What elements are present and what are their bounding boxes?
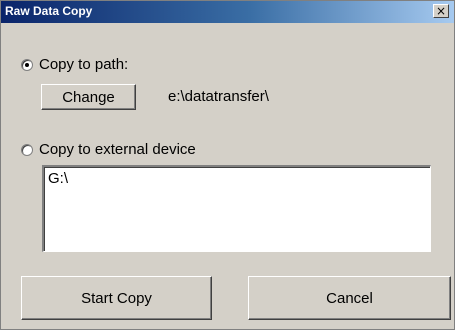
copy-to-path-radio[interactable] [21,58,33,71]
cancel-button[interactable]: Cancel [248,276,451,320]
window-title: Raw Data Copy [5,4,93,18]
change-button[interactable]: Change [41,84,136,110]
selected-path: e:\datatransfer\ [168,88,269,105]
title-bar[interactable]: Raw Data Copy × [1,1,454,23]
copy-to-path-option[interactable]: Copy to path: [21,56,128,73]
close-icon: × [435,4,447,18]
device-path-field[interactable]: G:\ [42,165,431,252]
dialog-window: Raw Data Copy × Copy to path: Change e:\… [0,0,455,330]
copy-to-device-radio[interactable] [21,143,33,156]
copy-to-device-option[interactable]: Copy to external device [21,141,196,158]
copy-to-path-label: Copy to path: [39,56,129,73]
close-button[interactable]: × [433,4,449,18]
radio-selected-dot [25,62,29,67]
copy-to-device-label: Copy to external device [39,141,196,158]
start-copy-button[interactable]: Start Copy [21,276,212,320]
